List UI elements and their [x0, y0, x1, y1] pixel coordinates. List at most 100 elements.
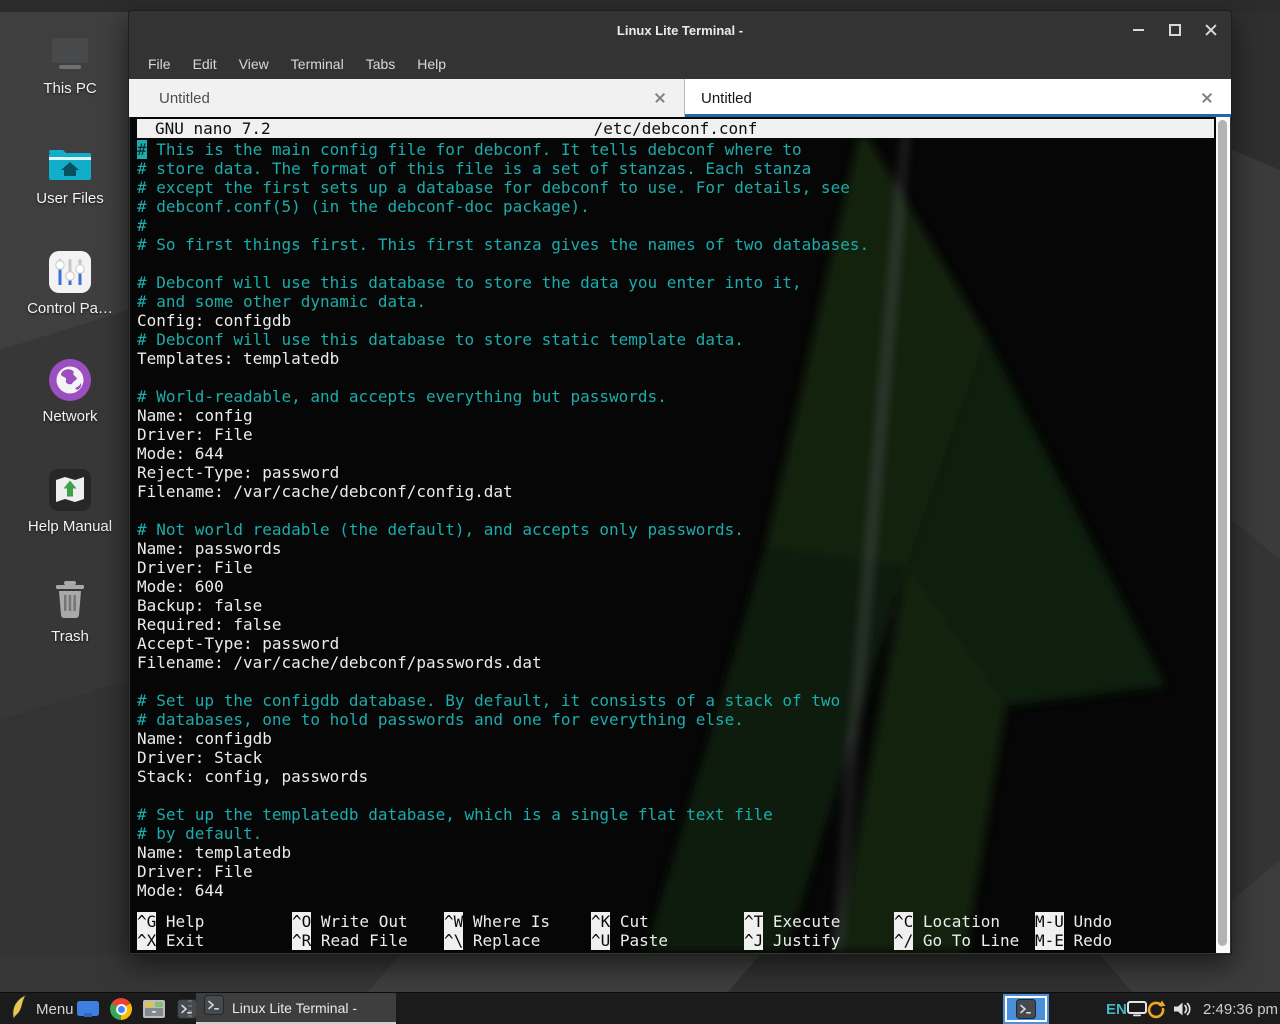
tab-label: Untitled	[685, 90, 752, 107]
terminal-icon	[1016, 999, 1036, 1019]
desktop-icon-trash[interactable]: Trash	[0, 574, 140, 645]
nano-buffer-line: Filename: /var/cache/debconf/config.dat	[137, 482, 1214, 501]
desktop-icon-label: Network	[0, 408, 140, 425]
shortcut-help: ^G Help	[137, 912, 204, 931]
shortcut-cut: ^K Cut	[591, 912, 668, 931]
window-title: Linux Lite Terminal -	[617, 23, 743, 38]
menu-item-tabs[interactable]: Tabs	[355, 52, 407, 76]
desktop-icon-label: Trash	[0, 628, 140, 645]
shortcut-key: ^O	[292, 912, 311, 931]
launcher-show-desktop[interactable]	[76, 996, 100, 1022]
nano-buffer-line	[137, 501, 1214, 520]
shortcut-column: ^C Location^/ Go To Line	[894, 912, 1019, 950]
shortcut-location: ^C Location	[894, 912, 1019, 931]
scrollbar-thumb[interactable]	[1218, 120, 1227, 946]
keyboard-layout-indicator[interactable]: EN	[1106, 993, 1127, 1024]
taskbar: Menu Linux Lite Terminal - EN 2:49:36 pm	[0, 992, 1280, 1024]
shortcut-key: ^J	[744, 931, 763, 950]
tray-display[interactable]	[1127, 993, 1147, 1024]
task-button-label: Linux Lite Terminal -	[232, 1000, 357, 1016]
desktop-icon-label: Control Pa…	[0, 300, 140, 317]
file-manager-icon	[142, 999, 166, 1019]
menu-item-terminal[interactable]: Terminal	[280, 52, 355, 76]
terminal-scrollbar[interactable]	[1216, 117, 1230, 953]
tray-volume[interactable]	[1173, 993, 1193, 1024]
lite-feather-icon	[10, 994, 28, 1020]
nano-buffer-line	[137, 368, 1214, 387]
nano-buffer-line: Name: passwords	[137, 539, 1214, 558]
desktop-icon-user-files[interactable]: User Files	[0, 136, 140, 207]
nano-buffer-line: Accept-Type: password	[137, 634, 1214, 653]
shortcut-undo: M-U Undo	[1035, 912, 1112, 931]
nano-title-bar: /etc/debconf.conf GNU nano 7.2	[137, 119, 1214, 138]
shortcut-read-file: ^R Read File	[292, 931, 408, 950]
terminal-tab-2-active[interactable]: Untitled	[685, 79, 1231, 117]
menu-button-label: Menu	[36, 1001, 74, 1018]
maximize-button[interactable]	[1167, 23, 1182, 38]
shortcut-justify: ^J Justify	[744, 931, 840, 950]
nano-buffer-line: # Set up the templatedb database, which …	[137, 805, 1214, 824]
desktop-icon-network[interactable]: Network	[0, 354, 140, 425]
clock[interactable]: 2:49:36 pm	[1203, 993, 1278, 1024]
nano-buffer-line: # debconf.conf(5) (in the debconf-doc pa…	[137, 197, 1214, 216]
desktop-icon-art	[0, 246, 140, 294]
launcher-file-manager[interactable]	[142, 996, 166, 1022]
control-panel-icon	[48, 250, 92, 294]
desktop-icon-help-manual[interactable]: Help Manual	[0, 464, 140, 535]
tab-label: Untitled	[129, 90, 210, 107]
nano-buffer-line: Mode: 600	[137, 577, 1214, 596]
nano-buffer-line: Templates: templatedb	[137, 349, 1214, 368]
tab-close-icon[interactable]	[654, 92, 666, 104]
help-manual-icon	[48, 468, 92, 512]
task-button-terminal[interactable]: Linux Lite Terminal -	[196, 993, 396, 1024]
shortcut-column: ^K Cut^U Paste	[591, 912, 668, 950]
maximize-icon	[1169, 24, 1181, 36]
shortcut-redo: M-E Redo	[1035, 931, 1112, 950]
terminal-tab-1[interactable]: Untitled	[129, 79, 685, 117]
tab-close-icon[interactable]	[1201, 92, 1213, 104]
nano-buffer-line: Filename: /var/cache/debconf/passwords.d…	[137, 653, 1214, 672]
desktop-icon-art	[0, 26, 140, 74]
nano-buffer-line: # Debconf will use this database to stor…	[137, 273, 1214, 292]
shortcut-key: M-U	[1035, 912, 1064, 931]
close-icon	[1204, 23, 1218, 37]
shortcut-key: ^\	[444, 931, 463, 950]
shortcut-key: ^U	[591, 931, 610, 950]
nano-buffer-line: # store data. The format of this file is…	[137, 159, 1214, 178]
launcher-chrome[interactable]	[109, 996, 133, 1022]
desktop-icon-this-pc[interactable]: This PC	[0, 26, 140, 97]
nano-buffer: # This is the main config file for debco…	[137, 140, 1214, 900]
desktop-icon-label: This PC	[0, 80, 140, 97]
desktop-icon-control-panel[interactable]: Control Pa…	[0, 246, 140, 317]
show-desktop-icon	[76, 1000, 100, 1018]
menu-item-file[interactable]: File	[137, 52, 182, 76]
shortcut-exit: ^X Exit	[137, 931, 204, 950]
nano-version: GNU nano 7.2	[155, 119, 271, 138]
terminal-pane[interactable]: /etc/debconf.conf GNU nano 7.2 # This is…	[130, 117, 1230, 953]
tab-bar: Untitled Untitled	[129, 79, 1231, 117]
nano-buffer-line: Mode: 644	[137, 444, 1214, 463]
tray-window-preview[interactable]	[1003, 994, 1049, 1024]
tray-updates[interactable]	[1146, 993, 1166, 1024]
minimize-button[interactable]	[1131, 23, 1146, 38]
menu-item-edit[interactable]: Edit	[182, 52, 228, 76]
menu-button[interactable]: Menu	[4, 993, 80, 1024]
shortcut-execute: ^T Execute	[744, 912, 840, 931]
nano-buffer-line: Driver: File	[137, 425, 1214, 444]
close-button[interactable]	[1203, 23, 1218, 38]
menu-item-help[interactable]: Help	[406, 52, 457, 76]
nano-buffer-line: #	[137, 216, 1214, 235]
window-titlebar[interactable]: Linux Lite Terminal -	[129, 11, 1231, 49]
computer-icon	[46, 34, 94, 74]
shortcut-paste: ^U Paste	[591, 931, 668, 950]
desktop-icon-art	[0, 464, 140, 512]
menu-item-view[interactable]: View	[228, 52, 280, 76]
nano-buffer-line: # This is the main config file for debco…	[137, 140, 1214, 159]
nano-buffer-line: Name: configdb	[137, 729, 1214, 748]
shortcut-replace: ^\ Replace	[444, 931, 550, 950]
network-globe-icon	[48, 358, 92, 402]
nano-buffer-line: Name: config	[137, 406, 1214, 425]
shortcut-key: ^C	[894, 912, 913, 931]
folder-home-icon	[46, 144, 94, 184]
volume-icon	[1173, 1001, 1193, 1017]
